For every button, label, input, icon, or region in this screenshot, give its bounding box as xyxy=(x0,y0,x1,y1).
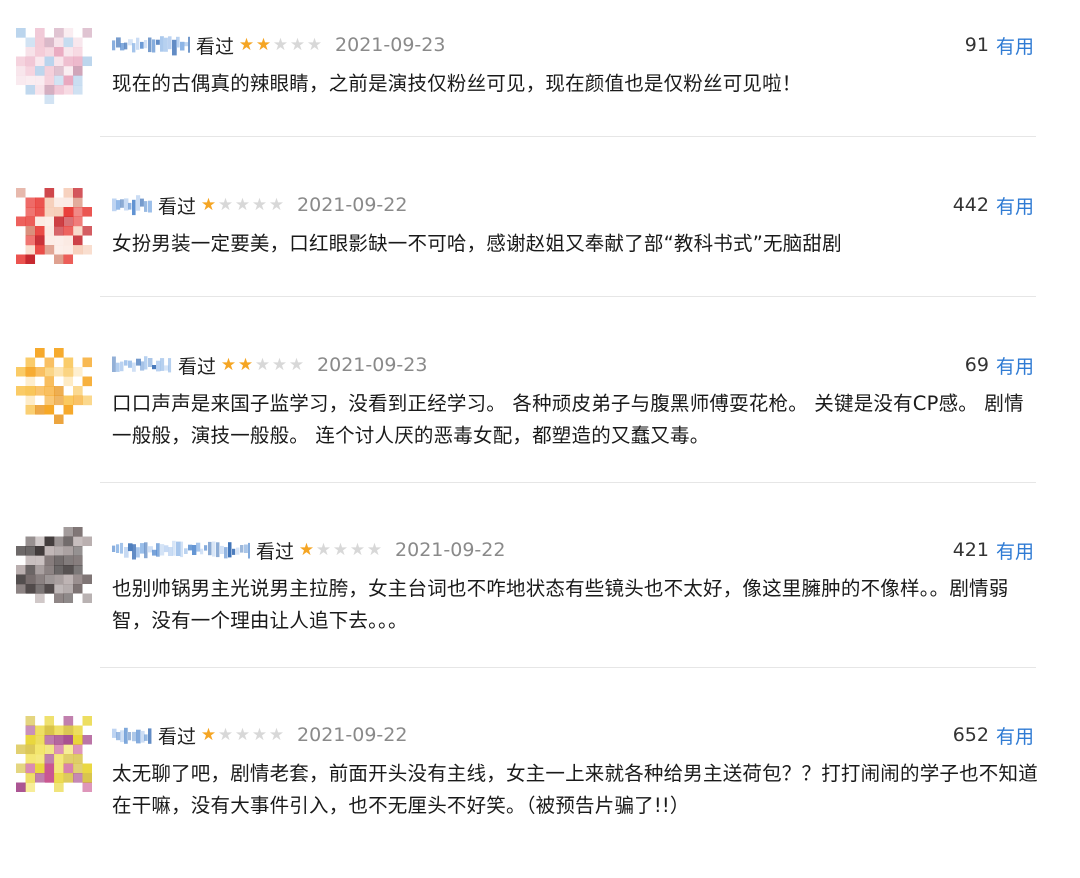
user-avatar[interactable] xyxy=(16,716,92,792)
mosaic-avatar-image xyxy=(16,348,92,424)
useful-count: 652 xyxy=(952,724,989,746)
review-text: 口口声声是来国子监学习，没看到正经学习。 各种顽皮弟子与腹黑师傅耍花枪。 关键是… xyxy=(112,392,1024,447)
review-meta: 看过 ★ ★ ★ ★ ★ 2021-09-22 xyxy=(112,533,505,567)
user-avatar[interactable] xyxy=(16,188,92,264)
review-list: 看过 ★ ★ ★ ★ ★ 2021-09-23 91 有用 现在的古偶真的辣眼睛，之前是… xyxy=(0,0,1080,849)
star-empty-icon: ★ xyxy=(217,724,234,745)
star-empty-icon: ★ xyxy=(349,539,366,560)
star-empty-icon: ★ xyxy=(254,354,271,375)
star-filled-icon: ★ xyxy=(255,34,272,55)
star-empty-icon: ★ xyxy=(251,724,268,745)
review-date: 2021-09-22 xyxy=(297,724,408,746)
mosaic-avatar-image xyxy=(16,527,92,603)
useful-button[interactable]: 有用 xyxy=(996,32,1034,59)
watched-label: 看过 xyxy=(158,195,197,218)
star-rating: ★ ★ ★ ★ ★ xyxy=(220,354,305,375)
star-filled-icon: ★ xyxy=(200,724,217,745)
useful-vote: 91 有用 xyxy=(965,28,1034,62)
star-filled-icon: ★ xyxy=(200,194,217,215)
blurred-username-image xyxy=(112,195,152,216)
useful-count: 69 xyxy=(964,354,989,376)
mosaic-avatar-image xyxy=(16,28,92,104)
star-empty-icon: ★ xyxy=(234,724,251,745)
divider xyxy=(100,296,1036,297)
useful-count: 91 xyxy=(964,34,989,56)
star-empty-icon: ★ xyxy=(366,539,383,560)
useful-vote: 69 有用 xyxy=(965,348,1034,382)
review-item: 看过 ★ ★ ★ ★ ★ 2021-09-23 91 有用 现在的古偶真的辣眼睛，之前是… xyxy=(0,28,1080,188)
review-meta: 看过 ★ ★ ★ ★ ★ 2021-09-23 xyxy=(112,28,445,62)
blurred-username-image xyxy=(112,36,190,56)
username-blurred[interactable] xyxy=(112,724,152,746)
review-date: 2021-09-22 xyxy=(395,539,506,561)
star-empty-icon: ★ xyxy=(272,34,289,55)
review-meta: 看过 ★ ★ ★ ★ ★ 2021-09-23 xyxy=(112,348,427,382)
star-filled-icon: ★ xyxy=(220,354,237,375)
star-rating: ★ ★ ★ ★ ★ xyxy=(298,539,383,560)
review-item: 看过 ★ ★ ★ ★ ★ 2021-09-22 652 有用 太无聊了吧，剧情老套，前面… xyxy=(0,716,1080,878)
star-filled-icon: ★ xyxy=(238,34,255,55)
watched-label: 看过 xyxy=(178,355,217,378)
useful-count: 442 xyxy=(952,194,989,216)
star-empty-icon: ★ xyxy=(289,34,306,55)
star-empty-icon: ★ xyxy=(268,724,285,745)
review-meta: 看过 ★ ★ ★ ★ ★ 2021-09-22 xyxy=(112,188,407,222)
star-empty-icon: ★ xyxy=(315,539,332,560)
star-filled-icon: ★ xyxy=(237,354,254,375)
review-meta: 看过 ★ ★ ★ ★ ★ 2021-09-22 xyxy=(112,718,407,752)
watched-label: 看过 xyxy=(256,540,295,563)
useful-button[interactable]: 有用 xyxy=(996,537,1034,564)
user-avatar[interactable] xyxy=(16,348,92,424)
star-empty-icon: ★ xyxy=(332,539,349,560)
star-rating: ★ ★ ★ ★ ★ xyxy=(238,34,323,55)
star-empty-icon: ★ xyxy=(217,194,234,215)
star-rating: ★ ★ ★ ★ ★ xyxy=(200,724,285,745)
review-item: 看过 ★ ★ ★ ★ ★ 2021-09-22 421 有用 也别帅锅男主光说男主拉胯，… xyxy=(0,527,1080,693)
review-text: 太无聊了吧，剧情老套，前面开头没有主线，女主一上来就各种给男主送荷包？？打打闹闹… xyxy=(112,762,1038,817)
review-text: 现在的古偶真的辣眼睛，之前是演技仅粉丝可见，现在颜值也是仅粉丝可见啦！ xyxy=(112,72,802,95)
star-empty-icon: ★ xyxy=(306,34,323,55)
review-text: 也别帅锅男主光说男主拉胯，女主台词也不咋地状态有些镜头也不太好，像这里臃肿的不像… xyxy=(112,577,1009,632)
review-date: 2021-09-23 xyxy=(335,34,446,56)
watched-label: 看过 xyxy=(158,725,197,748)
username-blurred[interactable] xyxy=(112,539,250,561)
username-blurred[interactable] xyxy=(112,354,172,376)
mosaic-avatar-image xyxy=(16,716,92,792)
blurred-username-image xyxy=(112,540,250,560)
review-date: 2021-09-23 xyxy=(317,354,428,376)
blurred-username-image xyxy=(112,356,172,373)
divider xyxy=(100,136,1036,137)
review-text: 女扮男装一定要美，口红眼影缺一不可哈，感谢赵姐又奉献了部“教科书式”无脑甜剧 xyxy=(112,232,842,255)
useful-vote: 652 有用 xyxy=(953,718,1034,752)
useful-button[interactable]: 有用 xyxy=(996,722,1034,749)
star-empty-icon: ★ xyxy=(271,354,288,375)
star-empty-icon: ★ xyxy=(268,194,285,215)
star-rating: ★ ★ ★ ★ ★ xyxy=(200,194,285,215)
star-filled-icon: ★ xyxy=(298,539,315,560)
mosaic-avatar-image xyxy=(16,188,92,264)
useful-button[interactable]: 有用 xyxy=(996,192,1034,219)
review-item: 看过 ★ ★ ★ ★ ★ 2021-09-23 69 有用 口口声声是来国子监学习，没看… xyxy=(0,348,1080,508)
useful-button[interactable]: 有用 xyxy=(996,352,1034,379)
blurred-username-image xyxy=(112,727,152,744)
star-empty-icon: ★ xyxy=(288,354,305,375)
useful-count: 421 xyxy=(952,539,989,561)
divider xyxy=(100,667,1036,668)
useful-vote: 442 有用 xyxy=(953,188,1034,222)
username-blurred[interactable] xyxy=(112,34,190,56)
review-date: 2021-09-22 xyxy=(297,194,408,216)
user-avatar[interactable] xyxy=(16,28,92,104)
watched-label: 看过 xyxy=(196,35,235,58)
username-blurred[interactable] xyxy=(112,194,152,216)
star-empty-icon: ★ xyxy=(234,194,251,215)
user-avatar[interactable] xyxy=(16,527,92,603)
useful-vote: 421 有用 xyxy=(953,533,1034,567)
star-empty-icon: ★ xyxy=(251,194,268,215)
divider xyxy=(100,482,1036,483)
review-item: 看过 ★ ★ ★ ★ ★ 2021-09-22 442 有用 女扮男装一定要美，口红眼影… xyxy=(0,188,1080,348)
